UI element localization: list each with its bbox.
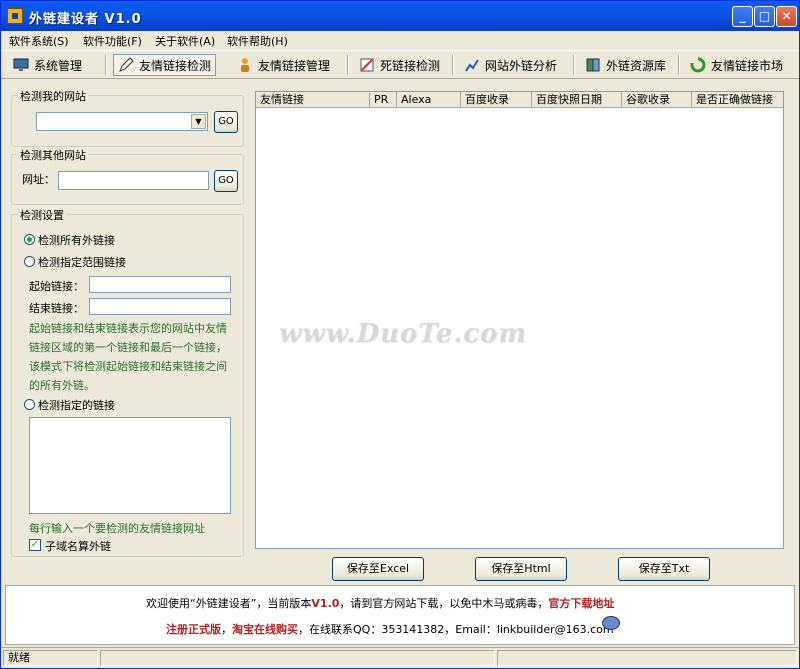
specified-links-textarea[interactable]: [29, 417, 231, 514]
radio-check-range[interactable]: [24, 256, 35, 267]
col-friend-link[interactable]: 友情链接: [256, 92, 370, 108]
menu-help[interactable]: 软件帮助(H): [227, 33, 288, 49]
end-link-label: 结束链接：: [29, 302, 84, 315]
toolbar-separator: [347, 55, 349, 75]
radio-check-all-label[interactable]: 检测所有外链接: [38, 232, 115, 248]
contact-text: ，在线联系QQ：353141382，Email：linkbuilder@163.…: [298, 623, 614, 636]
tool-label: 网站外链分析: [485, 58, 558, 73]
recycle-icon: [690, 57, 706, 73]
toolbar: 系统管理 友情链接检测 友情链接管理 死链接检测 网站外链分析 外链资源库 友情…: [1, 50, 799, 79]
help-text-line: 该模式下将检测起始链接和结束链接之间: [29, 360, 227, 373]
toolbar-separator: [105, 55, 107, 75]
url-input[interactable]: [58, 171, 209, 190]
other-site-title: 检测其他网站: [18, 147, 88, 163]
taobao-buy-link[interactable]: 淘宝在线购买: [232, 623, 298, 636]
subdomain-label[interactable]: 子域名算外链: [45, 538, 111, 554]
radio-check-all[interactable]: [24, 234, 35, 245]
tool-label: 死链接检测: [380, 58, 441, 73]
register-line: 注册正式版，淘宝在线购买，在线联系QQ：353141382，Email：link…: [166, 623, 614, 636]
col-link-correct[interactable]: 是否正确做链接: [692, 92, 783, 108]
menu-features[interactable]: 软件功能(F): [83, 33, 142, 49]
start-link-input[interactable]: [89, 276, 231, 293]
save-html-button[interactable]: 保存至Html: [475, 557, 567, 581]
table-header: 友情链接 PR Alexa 百度收录 百度快照日期 谷歌收录 是否正确做链接: [256, 92, 783, 108]
book-icon: [585, 57, 601, 73]
tool-dead-link[interactable]: 死链接检测: [355, 54, 444, 76]
radio-check-specified-label[interactable]: 检测指定的链接: [38, 397, 115, 413]
col-baidu-index[interactable]: 百度收录: [461, 92, 532, 108]
my-site-group: 检测我的网站 ▼ GO: [11, 88, 244, 147]
radio-check-specified[interactable]: [24, 399, 35, 410]
col-baidu-snapshot[interactable]: 百度快照日期: [532, 92, 622, 108]
app-window: 外链建设者 V1.0 _ □ ✕ 软件系统(S) 软件功能(F) 关于软件(A)…: [0, 0, 800, 669]
status-text: 就绪: [3, 650, 98, 666]
version-text: V1.0: [311, 597, 340, 610]
users-icon: [237, 57, 253, 73]
hint-text: 每行输入一个要检测的友情链接网址: [29, 522, 205, 535]
my-site-go-button[interactable]: GO: [214, 111, 238, 133]
watermark-text: www.DuoTe.com: [279, 319, 528, 349]
col-google-index[interactable]: 谷歌收录: [622, 92, 692, 108]
minimize-button[interactable]: _: [732, 6, 753, 27]
tool-resource-library[interactable]: 外链资源库: [581, 54, 670, 76]
toolbar-separator: [678, 55, 680, 75]
save-txt-button[interactable]: 保存至Txt: [618, 557, 710, 581]
chevron-down-icon[interactable]: ▼: [191, 114, 206, 129]
status-cell-3: [497, 650, 797, 666]
status-bar: 就绪: [1, 647, 799, 668]
other-site-group: 检测其他网站 网址： GO: [11, 147, 244, 205]
tool-label: 友情链接管理: [258, 58, 331, 73]
other-site-go-button[interactable]: GO: [214, 170, 238, 192]
register-link[interactable]: 注册正式版: [166, 623, 221, 636]
tool-label: 友情链接检测: [139, 58, 212, 73]
welcome-text: 欢迎使用“外链建设者”，当前版本: [146, 597, 312, 610]
mail-icon: [602, 616, 620, 630]
menu-bar: 软件系统(S) 软件功能(F) 关于软件(A) 软件帮助(H): [1, 31, 799, 49]
menu-about[interactable]: 关于软件(A): [155, 33, 215, 49]
app-icon: [7, 8, 23, 24]
my-site-select[interactable]: ▼: [36, 112, 208, 131]
tool-system-manage[interactable]: 系统管理: [9, 54, 86, 76]
toolbar-separator: [452, 55, 454, 75]
tool-label: 友情链接市场: [711, 58, 784, 73]
status-cell-2: [100, 650, 495, 666]
maximize-button[interactable]: □: [754, 6, 775, 27]
official-download-link[interactable]: 官方下载地址: [548, 597, 614, 610]
close-button[interactable]: ✕: [776, 6, 797, 27]
pen-icon: [118, 57, 134, 73]
tool-link-manage[interactable]: 友情链接管理: [233, 54, 334, 76]
tool-link-market[interactable]: 友情链接市场: [686, 54, 787, 76]
analyze-icon: [464, 57, 480, 73]
url-label: 网址：: [22, 173, 55, 186]
tool-link-check[interactable]: 友情链接检测: [113, 54, 217, 76]
save-excel-button[interactable]: 保存至Excel: [332, 557, 424, 581]
toolbar-separator: [573, 55, 575, 75]
menu-system[interactable]: 软件系统(S): [9, 33, 69, 49]
welcome-line: 欢迎使用“外链建设者”，当前版本V1.0，请到官方网站下载，以免中木马或病毒，官…: [146, 595, 614, 611]
tool-backlink-analysis[interactable]: 网站外链分析: [460, 54, 561, 76]
my-site-title: 检测我的网站: [18, 88, 88, 104]
monitor-icon: [13, 57, 29, 73]
title-bar[interactable]: 外链建设者 V1.0 _ □ ✕: [1, 1, 799, 31]
settings-group: 检测设置 检测所有外链接 检测指定范围链接 起始链接： 结束链接： 起始链接和结…: [11, 207, 244, 557]
col-pr[interactable]: PR: [370, 92, 397, 108]
radio-check-range-label[interactable]: 检测指定范围链接: [38, 254, 126, 270]
end-link-input[interactable]: [89, 298, 231, 315]
subdomain-checkbox[interactable]: ✓: [29, 539, 41, 551]
help-text-line: 起始链接和结束链接表示您的网站中友情: [29, 322, 227, 335]
broken-link-icon: [359, 57, 375, 73]
info-panel: 欢迎使用“外链建设者”，当前版本V1.0，请到官方网站下载，以免中木马或病毒，官…: [5, 585, 795, 645]
tool-label: 外链资源库: [606, 58, 667, 73]
window-title: 外链建设者 V1.0: [29, 12, 142, 27]
col-alexa[interactable]: Alexa: [397, 92, 461, 108]
start-link-label: 起始链接：: [29, 280, 84, 293]
help-text-line: 链接区域的第一个链接和最后一个链接，: [29, 341, 227, 354]
tool-label: 系统管理: [34, 58, 83, 73]
download-notice: ，请到官方网站下载，以免中木马或病毒，: [339, 597, 549, 610]
help-text-line: 的所有外链。: [29, 379, 95, 392]
settings-title: 检测设置: [18, 207, 66, 223]
